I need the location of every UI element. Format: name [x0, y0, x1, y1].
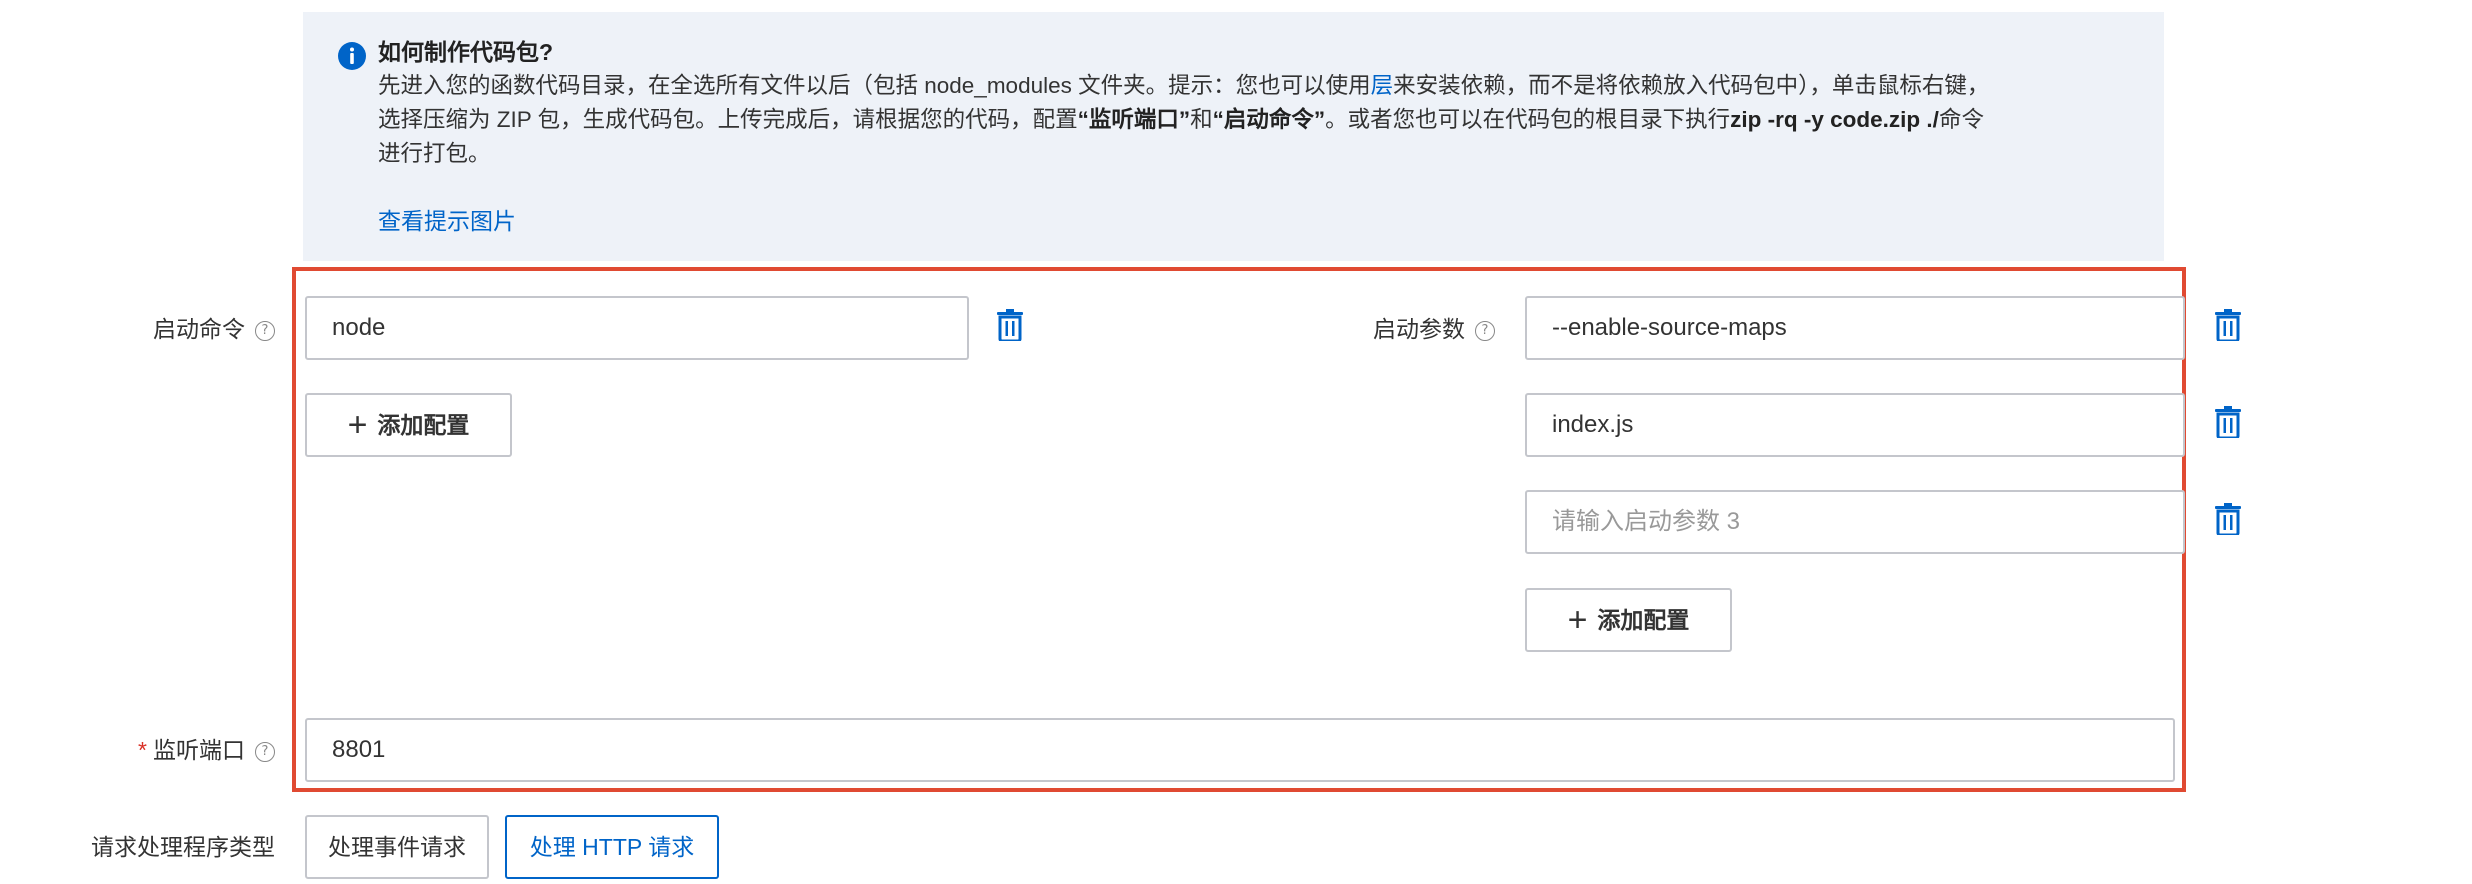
startup-param-input-1[interactable]: --enable-source-maps [1525, 296, 2185, 360]
help-icon[interactable]: ? [255, 320, 275, 341]
startup-param-input-2[interactable]: index.js [1525, 393, 2185, 457]
startup-command-label: 启动命令? [110, 314, 275, 344]
delete-icon[interactable] [2215, 406, 2241, 438]
listen-port-label: * 监听端口? [100, 735, 275, 765]
required-mark: * [138, 737, 147, 763]
listen-port-input[interactable]: 8801 [305, 718, 2175, 782]
delete-icon[interactable] [997, 309, 1023, 341]
startup-command-add-button[interactable]: + 添加配置 [305, 393, 512, 457]
view-image-link[interactable]: 查看提示图片 [378, 206, 516, 236]
info-icon [338, 42, 366, 70]
layer-link[interactable]: 层 [1371, 73, 1394, 98]
startup-param-input-3[interactable]: 请输入启动参数 3 [1525, 490, 2185, 554]
info-title: 如何制作代码包? [378, 39, 554, 65]
http-request-option[interactable]: 处理 HTTP 请求 [505, 815, 719, 879]
help-icon[interactable]: ? [1475, 320, 1495, 341]
delete-icon[interactable] [2215, 503, 2241, 535]
info-description: 先进入您的函数代码目录，在全选所有文件以后（包括 node_modules 文件… [378, 73, 1990, 166]
plus-icon: + [347, 406, 368, 444]
handler-type-label: 请求处理程序类型 [91, 834, 275, 860]
delete-icon[interactable] [2215, 309, 2241, 341]
startup-params-label: 启动参数? [1325, 314, 1495, 344]
help-icon[interactable]: ? [255, 741, 275, 762]
plus-icon: + [1567, 601, 1588, 639]
event-request-option[interactable]: 处理事件请求 [305, 815, 489, 879]
startup-command-input[interactable]: node [305, 296, 969, 360]
startup-params-add-button[interactable]: + 添加配置 [1525, 588, 1732, 652]
